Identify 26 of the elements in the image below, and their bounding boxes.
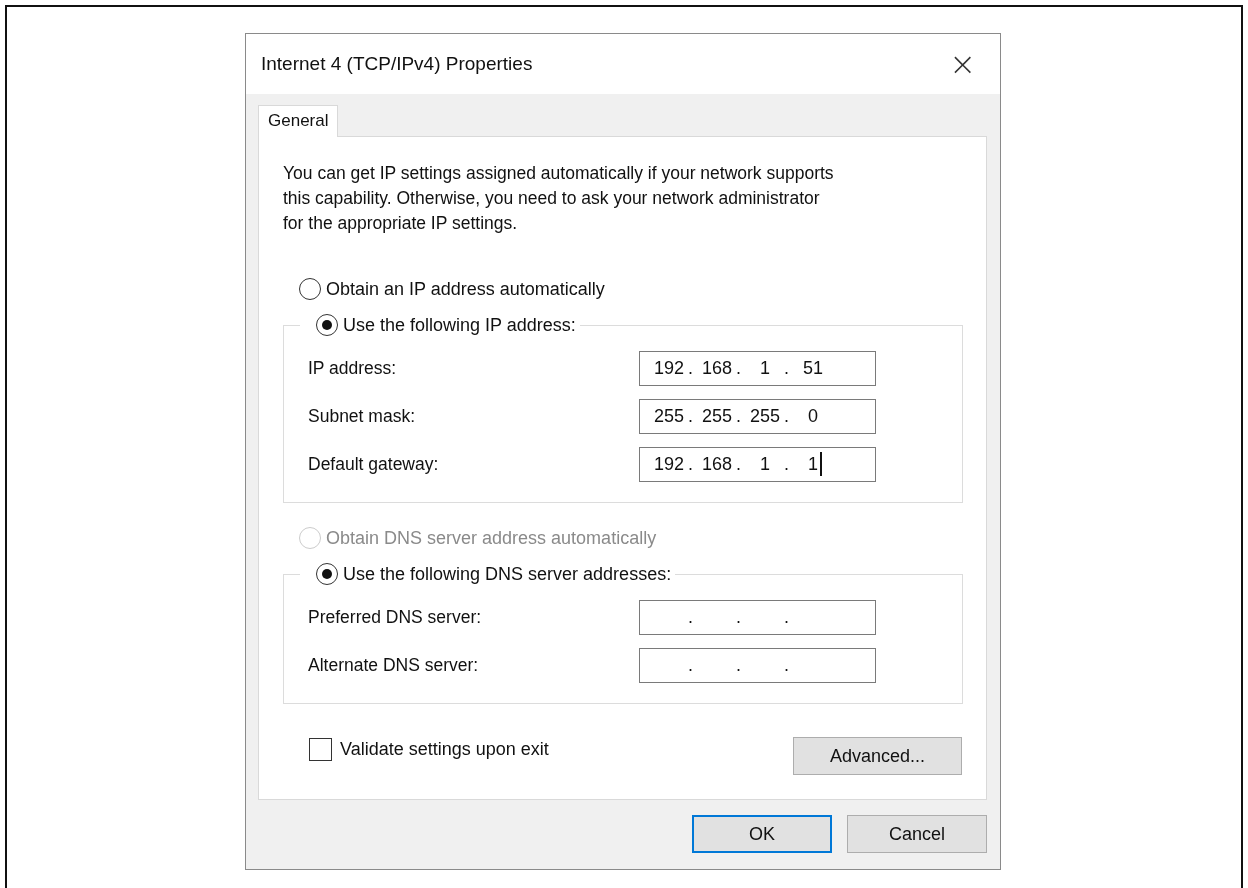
field-label: Preferred DNS server: [308,606,482,628]
ip-address-field[interactable]: 192 . 168 . 1 . 1 [639,446,876,482]
close-button[interactable]: × [945,48,980,80]
window-title: Internet 4 (TCP/IPv4) Properties [261,53,533,75]
cancel-button[interactable]: Cancel [847,815,987,853]
advanced-button[interactable]: Advanced... [793,737,962,775]
intro-text: You can get IP settings assigned automatically if your network supports this capability. Otherwise, you need to ask your network administrator for the appropriate IP settings. [283,162,835,235]
ip-address-field[interactable]: 192 . 168 . 1 . 51 [639,350,876,386]
radio-label: Obtain an IP address automatically [326,278,605,300]
radio-label: Obtain DNS server address automatically [326,527,657,549]
field-label: IP address: [308,357,397,379]
checkbox[interactable] [309,738,332,761]
field-label: Default gateway: [308,453,439,475]
radio-label: Use the following IP address: [343,314,576,336]
ip-address-field[interactable]: . . . [639,647,876,683]
checkbox-label: Validate settings upon exit [340,739,549,760]
ip-address-field[interactable]: . . . [639,599,876,635]
ip-address-field[interactable]: 255 . 255 . 255 . 0 [639,398,876,434]
radio-label: Use the following DNS server addresses: [343,563,672,585]
radio-button[interactable] [316,314,338,336]
field-label: Alternate DNS server: [308,654,479,676]
ok-button[interactable]: OK [692,815,832,853]
radio-button[interactable] [316,563,338,585]
radio-button[interactable] [299,278,321,300]
tab[interactable]: General [258,105,339,137]
field-label: Subnet mask: [308,405,415,427]
